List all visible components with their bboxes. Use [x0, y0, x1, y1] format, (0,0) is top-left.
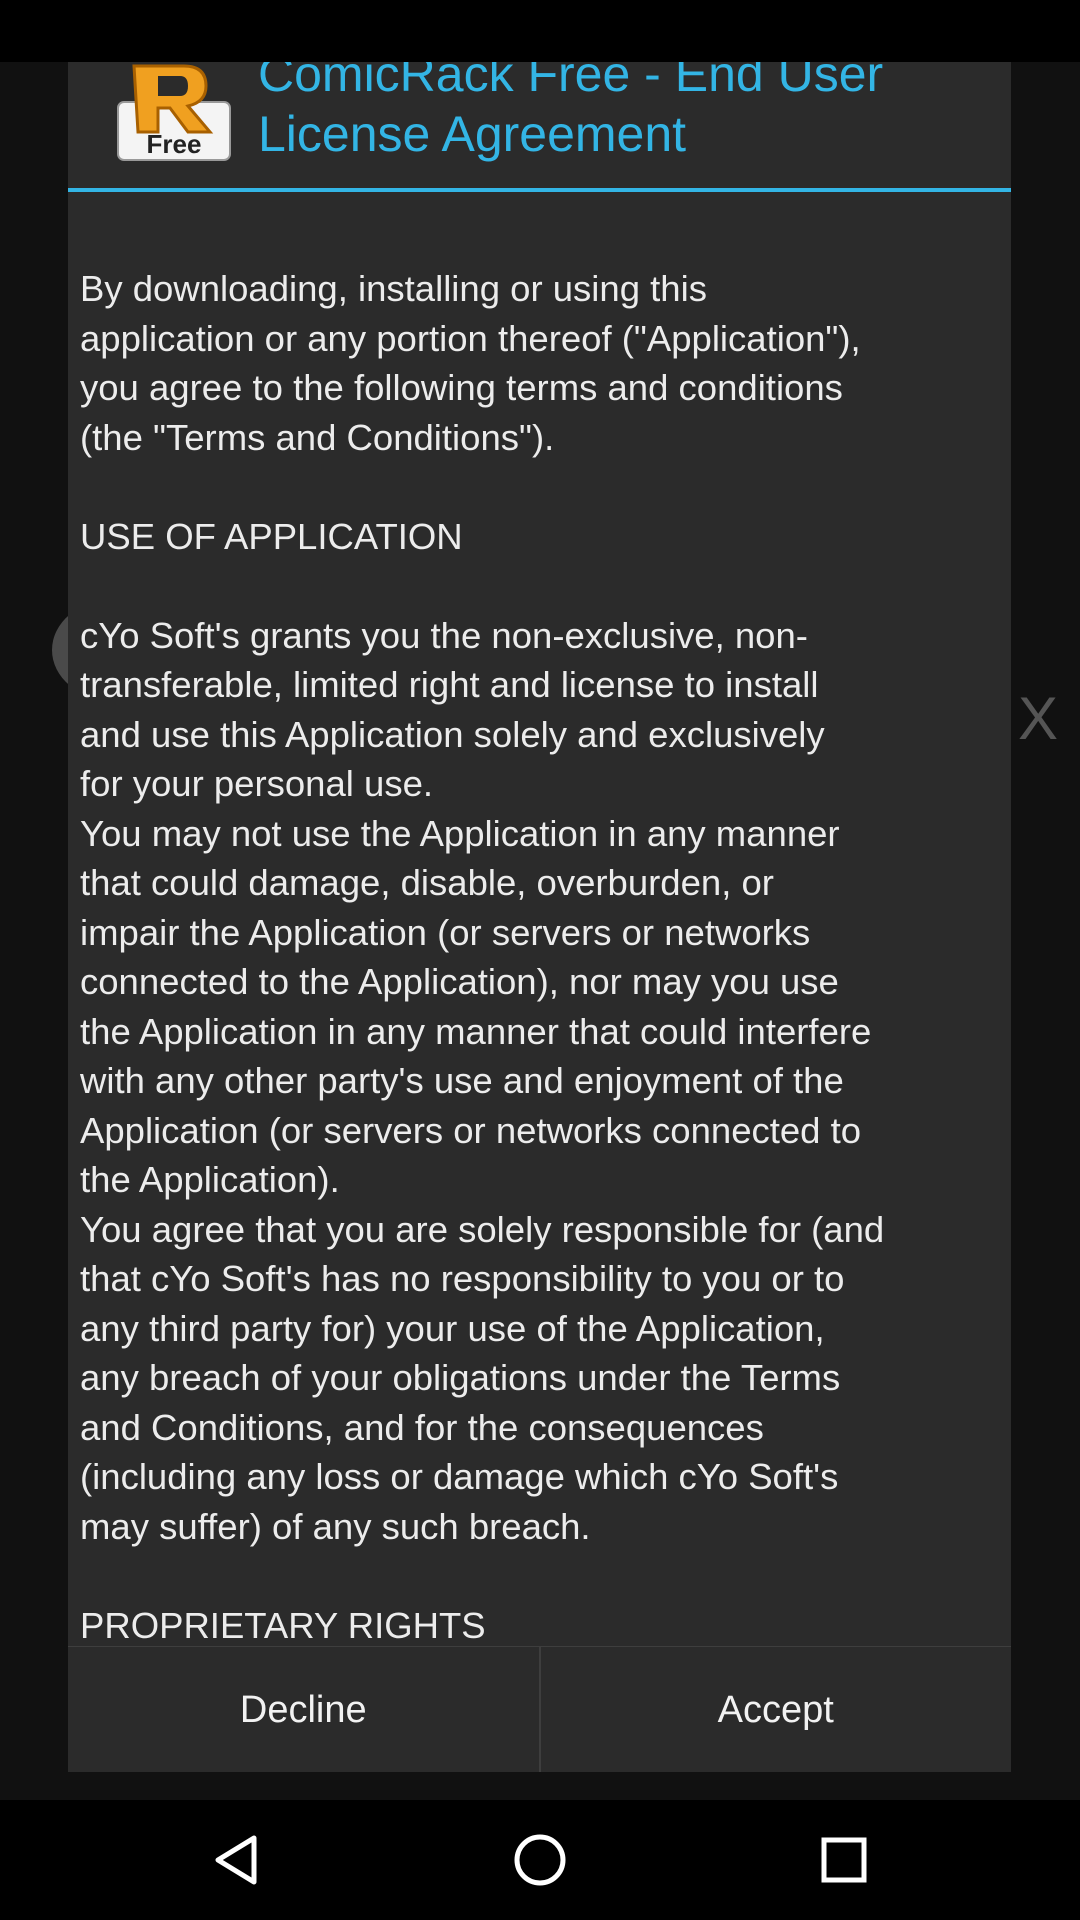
dialog-title: ComicRack Free - End User License Agreem… [258, 62, 884, 162]
navigation-bar [0, 1800, 1080, 1920]
license-text: By downloading, installing or using this… [80, 268, 885, 1695]
logo-badge-text: Free [147, 129, 202, 159]
decline-button-label: Decline [239, 1688, 367, 1731]
comicrack-logo-icon: Free [117, 64, 231, 161]
home-button[interactable] [470, 1800, 610, 1920]
accept-button-label: Accept [717, 1688, 834, 1731]
license-scroll-area[interactable]: By downloading, installing or using this… [68, 192, 1011, 1708]
recents-button[interactable] [774, 1800, 914, 1920]
accept-button[interactable]: Accept [540, 1647, 1011, 1772]
background-app-mark: X [1017, 685, 1059, 752]
home-circle-icon [514, 1834, 566, 1886]
dialog-header: Free ComicRack Free - End User License A… [68, 62, 1011, 188]
license-dialog: Free ComicRack Free - End User License A… [68, 62, 1011, 1772]
screen: X Free ComicRack Free - End User License… [0, 0, 1080, 1920]
back-triangle-icon [215, 1835, 257, 1885]
status-bar [0, 0, 1080, 62]
back-button[interactable] [166, 1800, 306, 1920]
recents-square-icon [821, 1837, 867, 1883]
dialog-button-bar: Decline Accept [68, 1646, 1011, 1772]
decline-button[interactable]: Decline [68, 1647, 539, 1772]
